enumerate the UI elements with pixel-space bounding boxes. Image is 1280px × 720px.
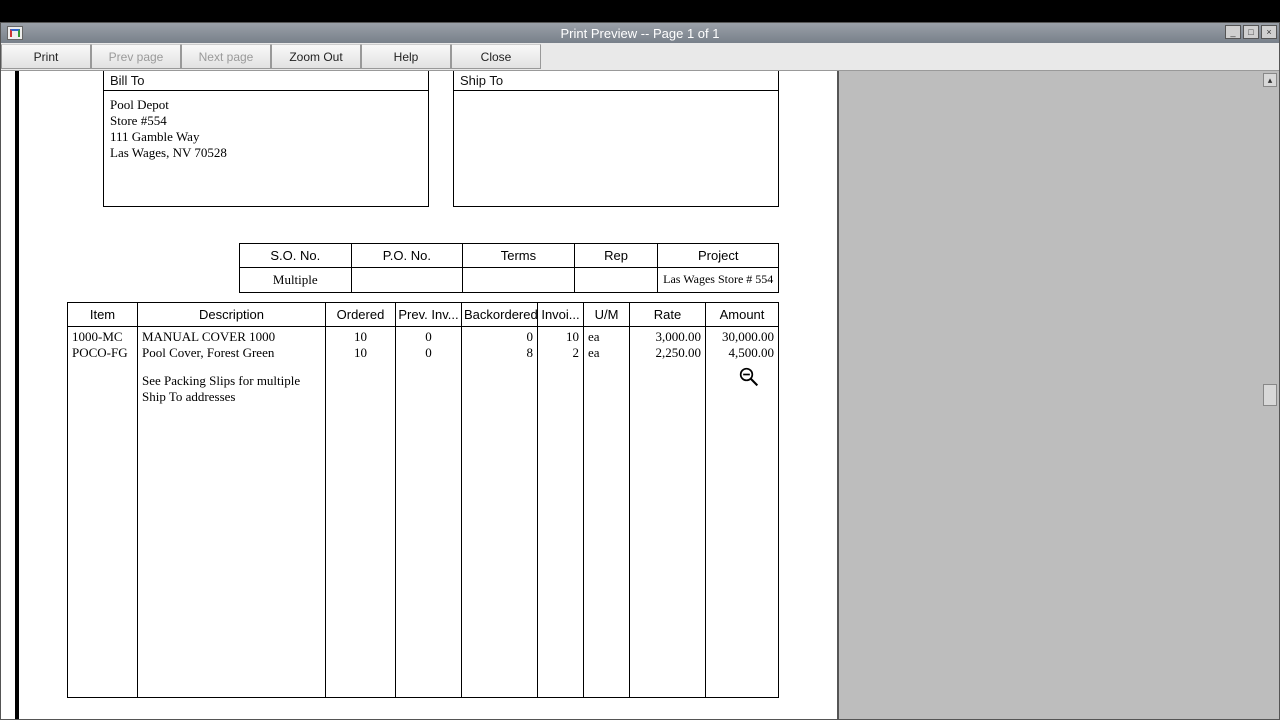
cell-ordered: 10 (330, 329, 391, 345)
toolbar: Print Prev page Next page Zoom Out Help … (1, 43, 1279, 71)
body-col-item: 1000-MC POCO-FG (68, 327, 138, 697)
body-col-invoiced: 10 2 (538, 327, 584, 697)
header-rep: Rep (575, 244, 659, 267)
cell-item: 1000-MC (72, 329, 133, 345)
workarea: Bill To Pool Depot Store #554 111 Gamble… (1, 71, 1279, 719)
zoom-out-button[interactable]: Zoom Out (271, 44, 361, 69)
minimize-button[interactable]: _ (1225, 25, 1241, 39)
order-info-value-row: Multiple Las Wages Store # 554 (240, 268, 778, 292)
close-button[interactable]: Close (451, 44, 541, 69)
col-backordered: Backordered (462, 303, 538, 326)
body-col-description: MANUAL COVER 1000 Pool Cover, Forest Gre… (138, 327, 326, 697)
scroll-thumb[interactable] (1263, 384, 1277, 406)
ship-to-box: Ship To (453, 71, 779, 207)
line-items-table: Item Description Ordered Prev. Inv... Ba… (67, 302, 779, 698)
cell-backordered: 8 (466, 345, 533, 361)
ship-to-address (454, 91, 778, 103)
value-po-no (352, 268, 464, 292)
col-ordered: Ordered (326, 303, 396, 326)
header-po-no: P.O. No. (352, 244, 464, 267)
header-so-no: S.O. No. (240, 244, 352, 267)
maximize-button[interactable]: □ (1243, 25, 1259, 39)
cell-invoiced: 2 (542, 345, 579, 361)
cell-ordered: 10 (330, 345, 391, 361)
value-so-no: Multiple (240, 268, 352, 292)
cell-backordered: 0 (466, 329, 533, 345)
cell-rate: 2,250.00 (634, 345, 701, 361)
col-amount: Amount (706, 303, 778, 326)
help-button[interactable]: Help (361, 44, 451, 69)
line-items-body: 1000-MC POCO-FG MANUAL COVER 1000 Pool C… (68, 327, 778, 697)
col-um: U/M (584, 303, 630, 326)
cell-rate: 3,000.00 (634, 329, 701, 345)
ship-to-label: Ship To (454, 71, 778, 91)
bill-to-label: Bill To (104, 71, 428, 91)
bill-to-line: Pool Depot (110, 97, 422, 113)
window-controls: _ □ × (1225, 25, 1277, 39)
cell-um: ea (588, 345, 625, 361)
app-icon[interactable] (7, 26, 23, 40)
window: Print Preview -- Page 1 of 1 _ □ × Print… (0, 22, 1280, 720)
prev-page-button: Prev page (91, 44, 181, 69)
page-preview[interactable]: Bill To Pool Depot Store #554 111 Gamble… (1, 71, 839, 719)
cell-um: ea (588, 329, 625, 345)
order-info-header-row: S.O. No. P.O. No. Terms Rep Project (240, 244, 778, 268)
body-col-prev-inv: 0 0 (396, 327, 462, 697)
line-items-header: Item Description Ordered Prev. Inv... Ba… (68, 303, 778, 327)
cell-item: POCO-FG (72, 345, 133, 361)
cell-invoiced: 10 (542, 329, 579, 345)
value-project: Las Wages Store # 554 (658, 268, 778, 292)
body-col-ordered: 10 10 (326, 327, 396, 697)
next-page-button: Next page (181, 44, 271, 69)
body-col-rate: 3,000.00 2,250.00 (630, 327, 706, 697)
body-col-backordered: 0 8 (462, 327, 538, 697)
window-title: Print Preview -- Page 1 of 1 (1, 26, 1279, 41)
preview-margin: ▴ (839, 71, 1279, 719)
col-description: Description (138, 303, 326, 326)
bill-to-line: Las Wages, NV 70528 (110, 145, 422, 161)
letterbox (0, 0, 1280, 22)
cell-amount: 4,500.00 (710, 345, 774, 361)
bill-to-line: 111 Gamble Way (110, 129, 422, 145)
cell-description: Pool Cover, Forest Green (142, 345, 321, 361)
cell-prev-inv: 0 (400, 329, 457, 345)
header-project: Project (658, 244, 778, 267)
scroll-up-button[interactable]: ▴ (1263, 73, 1277, 87)
zoom-cursor-icon (739, 367, 759, 390)
cell-amount: 30,000.00 (710, 329, 774, 345)
header-terms: Terms (463, 244, 575, 267)
body-col-um: ea ea (584, 327, 630, 697)
col-prev-inv: Prev. Inv... (396, 303, 462, 326)
bill-to-line: Store #554 (110, 113, 422, 129)
order-info-table: S.O. No. P.O. No. Terms Rep Project Mult… (239, 243, 779, 293)
value-rep (575, 268, 659, 292)
packing-note: See Packing Slips for multiple Ship To a… (142, 373, 312, 405)
close-window-button[interactable]: × (1261, 25, 1277, 39)
titlebar[interactable]: Print Preview -- Page 1 of 1 _ □ × (1, 23, 1279, 43)
col-item: Item (68, 303, 138, 326)
cell-description: MANUAL COVER 1000 (142, 329, 321, 345)
col-invoiced: Invoi... (538, 303, 584, 326)
bill-to-box: Bill To Pool Depot Store #554 111 Gamble… (103, 71, 429, 207)
print-button[interactable]: Print (1, 44, 91, 69)
col-rate: Rate (630, 303, 706, 326)
bill-to-address: Pool Depot Store #554 111 Gamble Way Las… (104, 91, 428, 167)
value-terms (463, 268, 575, 292)
cell-prev-inv: 0 (400, 345, 457, 361)
